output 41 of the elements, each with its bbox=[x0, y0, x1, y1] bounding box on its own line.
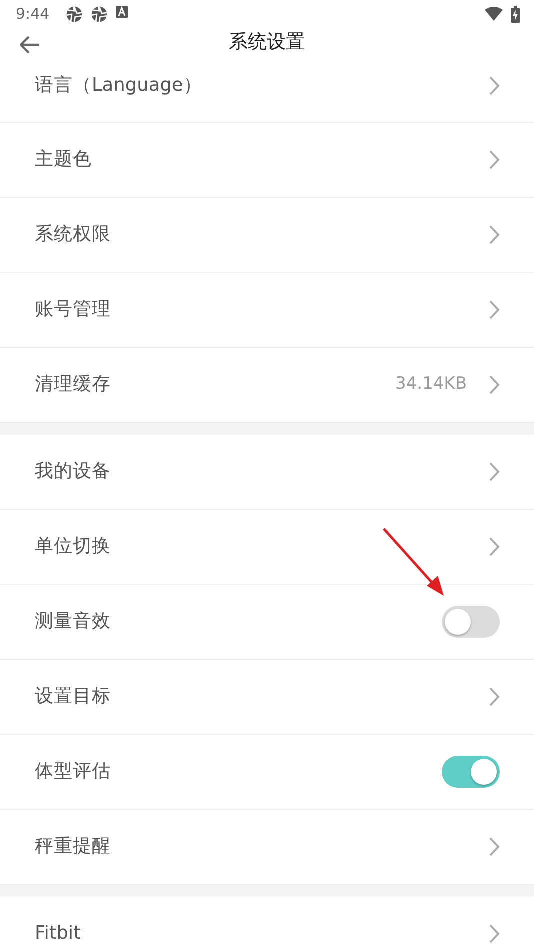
chevron-right-icon bbox=[489, 462, 500, 482]
toggle-switch[interactable] bbox=[442, 756, 500, 788]
setting-value: 34.14KB bbox=[396, 373, 467, 396]
setting-label: 语言（Language） bbox=[35, 74, 202, 98]
setting-label: 设置目标 bbox=[35, 685, 111, 710]
setting-label: 单位切换 bbox=[35, 535, 111, 560]
chevron-right-icon bbox=[489, 375, 500, 395]
settings-item[interactable]: 主题色 bbox=[0, 123, 534, 198]
settings-item[interactable]: 体型评估 bbox=[0, 735, 534, 810]
aperture-icon bbox=[90, 6, 108, 22]
chevron-right-icon bbox=[489, 76, 500, 96]
settings-item[interactable]: 账号管理 bbox=[0, 273, 534, 348]
aperture-icon bbox=[66, 6, 83, 22]
settings-item[interactable]: 语言（Language） bbox=[0, 62, 534, 123]
chevron-right-icon bbox=[489, 225, 500, 245]
chevron-right-icon bbox=[489, 687, 500, 707]
setting-label: 清理缓存 bbox=[35, 373, 111, 398]
settings-item[interactable]: Fitbit bbox=[0, 897, 534, 950]
setting-label: 账号管理 bbox=[35, 298, 111, 322]
chevron-right-icon bbox=[489, 150, 500, 170]
setting-label: 秤重提醒 bbox=[35, 835, 111, 860]
settings-item[interactable]: 我的设备 bbox=[0, 435, 534, 510]
wifi-icon bbox=[485, 7, 503, 21]
setting-label: 主题色 bbox=[35, 148, 92, 172]
settings-item[interactable]: 设置目标 bbox=[0, 660, 534, 735]
chevron-right-icon bbox=[489, 837, 500, 857]
toggle-switch[interactable] bbox=[442, 606, 500, 638]
settings-item[interactable]: 系统权限 bbox=[0, 198, 534, 273]
notification-icon bbox=[116, 6, 128, 18]
settings-item[interactable]: 测量音效 bbox=[0, 585, 534, 660]
battery-icon bbox=[511, 6, 520, 22]
setting-label: 测量音效 bbox=[35, 610, 111, 634]
setting-label: Fitbit bbox=[35, 922, 81, 946]
clock: 9:44 bbox=[16, 4, 50, 25]
setting-label: 系统权限 bbox=[35, 223, 111, 248]
chevron-right-icon bbox=[489, 537, 500, 557]
page-title: 系统设置 bbox=[229, 30, 305, 55]
chevron-right-icon bbox=[489, 300, 500, 320]
setting-label: 体型评估 bbox=[35, 760, 111, 784]
chevron-right-icon bbox=[489, 924, 500, 944]
setting-label: 我的设备 bbox=[35, 460, 111, 484]
